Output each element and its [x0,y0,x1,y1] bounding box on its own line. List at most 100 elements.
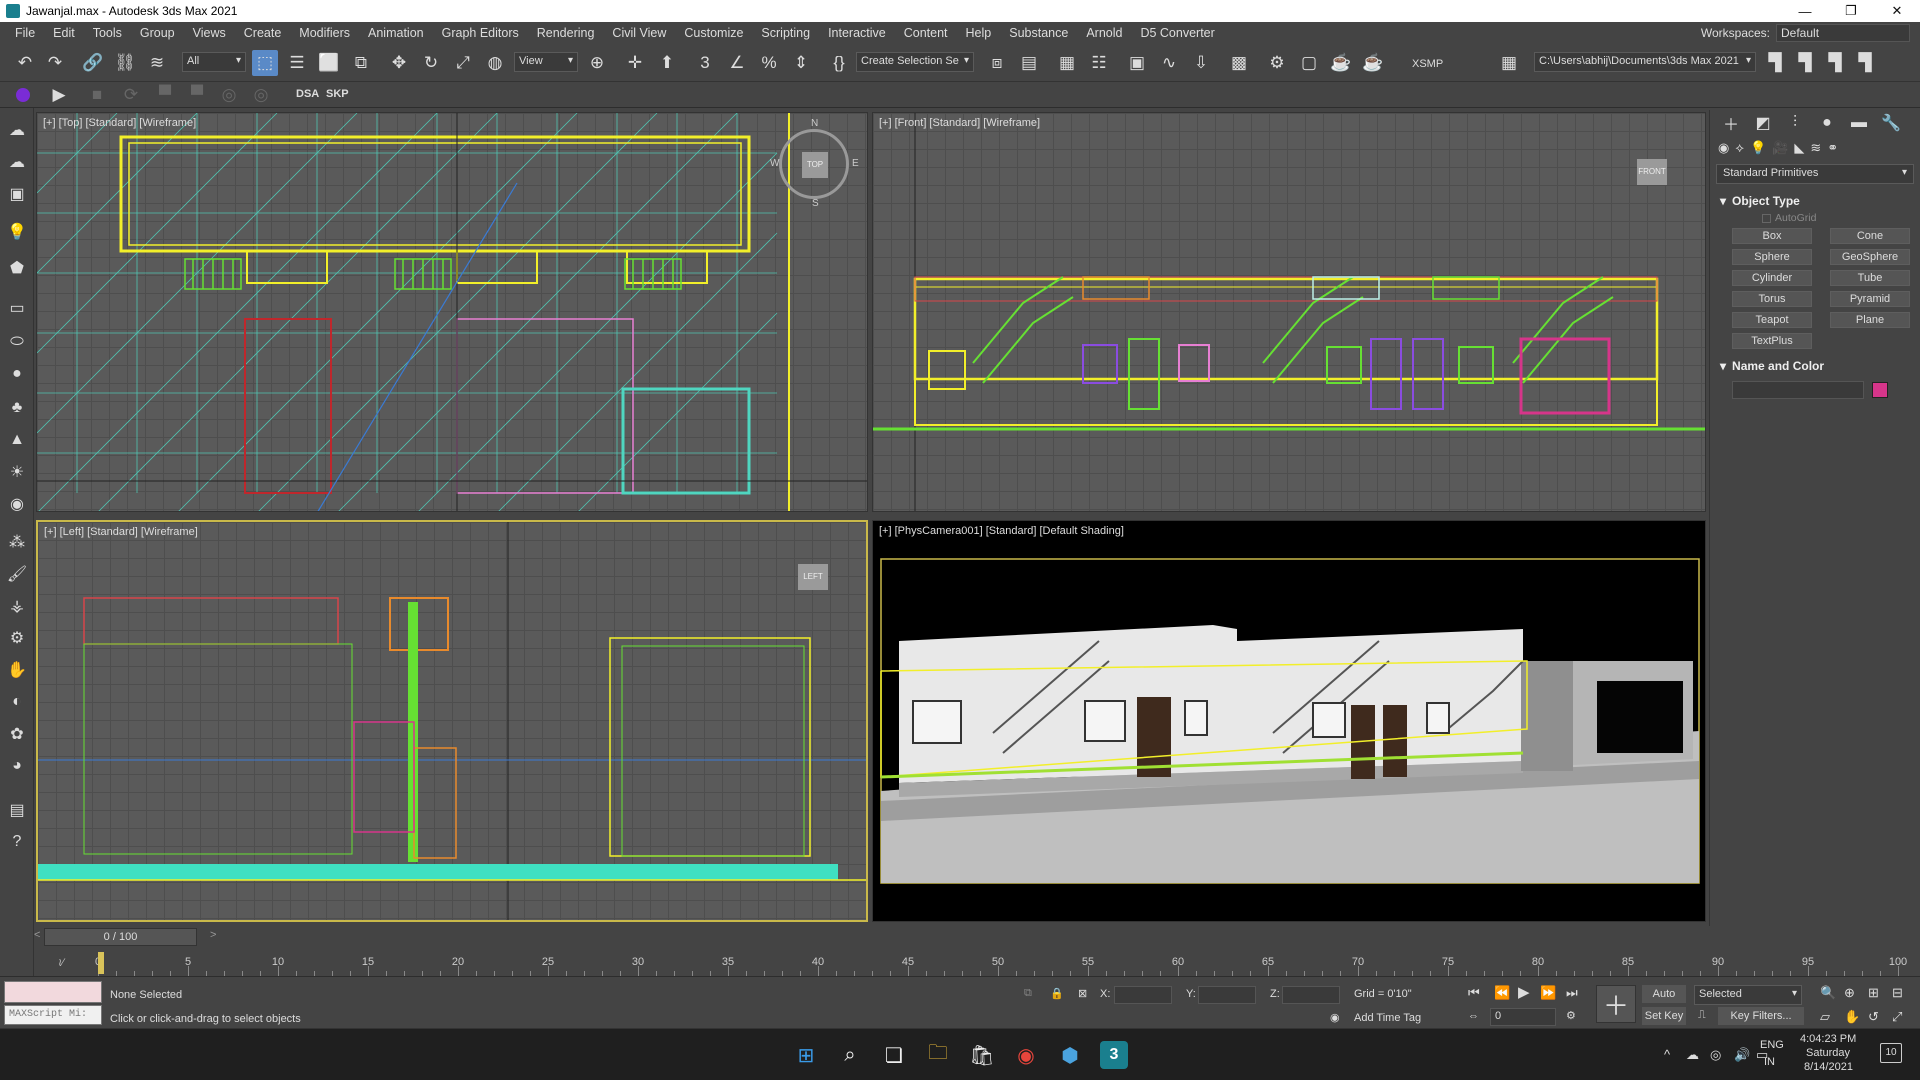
zoom-icon[interactable]: 🔍 [1820,985,1836,1001]
window-crossing-icon[interactable]: ⧉ [348,50,374,76]
maxscript-listener-top[interactable] [4,981,102,1003]
viewport-label-camera[interactable]: [+] [PhysCamera001] [Standard] [Default … [879,525,1124,537]
render-activeshade-icon[interactable]: ☕ [1360,50,1386,76]
plane-button[interactable]: Plane [1830,312,1910,328]
menu-customize[interactable]: Customize [675,26,752,40]
motion-tab-icon[interactable]: ● [1816,114,1838,132]
render-production-icon[interactable]: ☕ [1328,50,1354,76]
maximize-button[interactable]: ❐ [1828,0,1874,22]
menu-scripting[interactable]: Scripting [752,26,819,40]
menu-rendering[interactable]: Rendering [528,26,604,40]
object-type-header[interactable]: ▾ Object Type [1716,192,1914,210]
viewcube-top[interactable]: TOP [802,152,828,178]
set-key-button[interactable]: Set Key [1642,1007,1686,1025]
viewport-left[interactable]: [+] [Left] [Standard] [Wireframe] LEFT [36,520,868,922]
monitor-icon[interactable]: ▣ [5,182,29,206]
key-filter-icon[interactable]: ⎍ [1698,1009,1706,1022]
geometry-icon[interactable]: ◉ [1718,140,1729,156]
hand-icon[interactable]: ✋ [5,658,29,682]
pan-icon[interactable]: ✋ [1844,1009,1860,1025]
pivot-center-icon[interactable]: ⊕ [584,50,610,76]
key-mode-dropdown[interactable]: Selected [1694,985,1802,1005]
viewport-label-left[interactable]: [+] [Left] [Standard] [Wireframe] [44,526,198,538]
render-setup-icon[interactable]: ⚙ [1264,50,1290,76]
unlink-icon[interactable]: ⛓ [112,50,138,76]
sphere-button[interactable]: Sphere [1732,249,1812,265]
bulb-icon[interactable]: 💡 [5,220,29,244]
time-tag-icon[interactable]: ◉ [1330,1011,1340,1024]
cylinder-button[interactable]: Cylinder [1732,270,1812,286]
pyramid-button[interactable]: Pyramid [1830,291,1910,307]
current-frame-field[interactable]: 0 [1490,1008,1556,1026]
project-tool-icon-1[interactable]: ▜ [1762,50,1788,76]
scene-explorer-icon[interactable]: ☁ [5,118,29,142]
display-tab-icon[interactable]: ▬ [1848,114,1870,132]
stop-icon[interactable]: ■ [84,82,110,108]
menu-file[interactable]: File [6,26,44,40]
next-frame-icon[interactable]: ⏩ [1540,985,1556,1001]
menu-interactive[interactable]: Interactive [819,26,895,40]
sketchup-icon[interactable]: ⬢ [1056,1041,1084,1069]
menu-help[interactable]: Help [957,26,1001,40]
disabled-tool-icon-4[interactable]: ◎ [248,82,274,108]
utilities-tab-icon[interactable]: 🔧 [1880,113,1902,133]
play-icon[interactable]: ▶ [46,82,72,108]
scale-icon[interactable]: ⤢ [450,50,476,76]
torus-icon[interactable]: ◉ [5,492,29,516]
chrome-icon[interactable]: ◉ [1012,1041,1040,1069]
scroll-right-icon[interactable]: > [210,929,216,941]
menu-substance[interactable]: Substance [1000,26,1077,40]
primitive-type-dropdown[interactable]: Standard Primitives [1716,164,1914,184]
key-filters-button[interactable]: Key Filters... [1718,1007,1804,1025]
reference-coordinate-dropdown[interactable]: View [514,52,578,72]
time-config-icon[interactable]: ⚙ [1566,1009,1576,1022]
viewport-top[interactable]: [+] [Top] [Standard] [Wireframe] N S E W… [36,112,868,512]
play-animation-icon[interactable]: ▶ [1518,983,1530,1001]
set-key-big-icon[interactable]: ＋ [1596,985,1636,1023]
clock-time[interactable]: 4:04:23 PM [1800,1033,1856,1045]
clock-day[interactable]: Saturday [1806,1047,1850,1059]
minimize-button[interactable]: — [1782,0,1828,22]
edit-named-selection-icon[interactable]: {} [826,50,852,76]
angle-snap-icon[interactable]: ∠ [724,50,750,76]
tube-button[interactable]: Tube [1830,270,1910,286]
previous-frame-icon[interactable]: ⏪ [1494,985,1510,1001]
menu-modifiers[interactable]: Modifiers [290,26,359,40]
redo-icon[interactable]: ↷ [42,50,68,76]
curve-editor-icon[interactable]: ∿ [1156,50,1182,76]
torus-button[interactable]: Torus [1732,291,1812,307]
rotate-icon[interactable]: ↻ [418,50,444,76]
textplus-button[interactable]: TextPlus [1732,333,1812,349]
time-ruler[interactable]: 0510152025303540455055606570758085909510… [95,950,1907,976]
menu-create[interactable]: Create [235,26,291,40]
disabled-tool-icon-2[interactable]: ▀ [184,82,210,108]
3dsmax-taskbar-icon[interactable]: 3 [1100,1041,1128,1069]
material-editor-icon[interactable]: ▩ [1226,50,1252,76]
file-explorer-icon[interactable]: 🗀 [924,1041,952,1069]
search-icon[interactable]: ⌕ [836,1041,864,1069]
disabled-tool-icon-3[interactable]: ◎ [216,82,242,108]
clipboard-icon[interactable]: ▤ [5,798,29,822]
menu-animation[interactable]: Animation [359,26,433,40]
plane-icon[interactable]: ▭ [5,296,29,320]
create-tab-icon[interactable]: ＋ [1720,111,1742,135]
viewport-front[interactable]: [+] [Front] [Standard] [Wireframe] FRONT [872,112,1706,512]
menu-group[interactable]: Group [131,26,184,40]
cone-button[interactable]: Cone [1830,228,1910,244]
align-icon[interactable]: ▤ [1016,50,1042,76]
menu-civil-view[interactable]: Civil View [603,26,675,40]
auto-key-button[interactable]: Auto Key [1642,985,1686,1018]
shape-icon[interactable]: ⬟ [5,256,29,280]
project-path-dropdown[interactable]: C:\Users\abhij\Documents\3ds Max 2021 [1534,52,1756,72]
viewport-label-top[interactable]: [+] [Top] [Standard] [Wireframe] [43,117,196,129]
ball-icon[interactable]: ◐ [5,690,29,714]
curve-toggle-icon[interactable]: ≀∕ [58,956,64,969]
onedrive-icon[interactable]: ☁ [1686,1047,1699,1063]
field-of-view-icon[interactable]: ▱ [1820,1009,1830,1025]
menu-tools[interactable]: Tools [84,26,131,40]
palette-icon[interactable]: ✿ [5,722,29,746]
rendered-frame-window-icon[interactable]: ▢ [1296,50,1322,76]
gear-icon[interactable]: ⚙ [5,626,29,650]
close-button[interactable]: ✕ [1874,0,1920,22]
project-tool-icon-4[interactable]: ▜ [1852,50,1878,76]
